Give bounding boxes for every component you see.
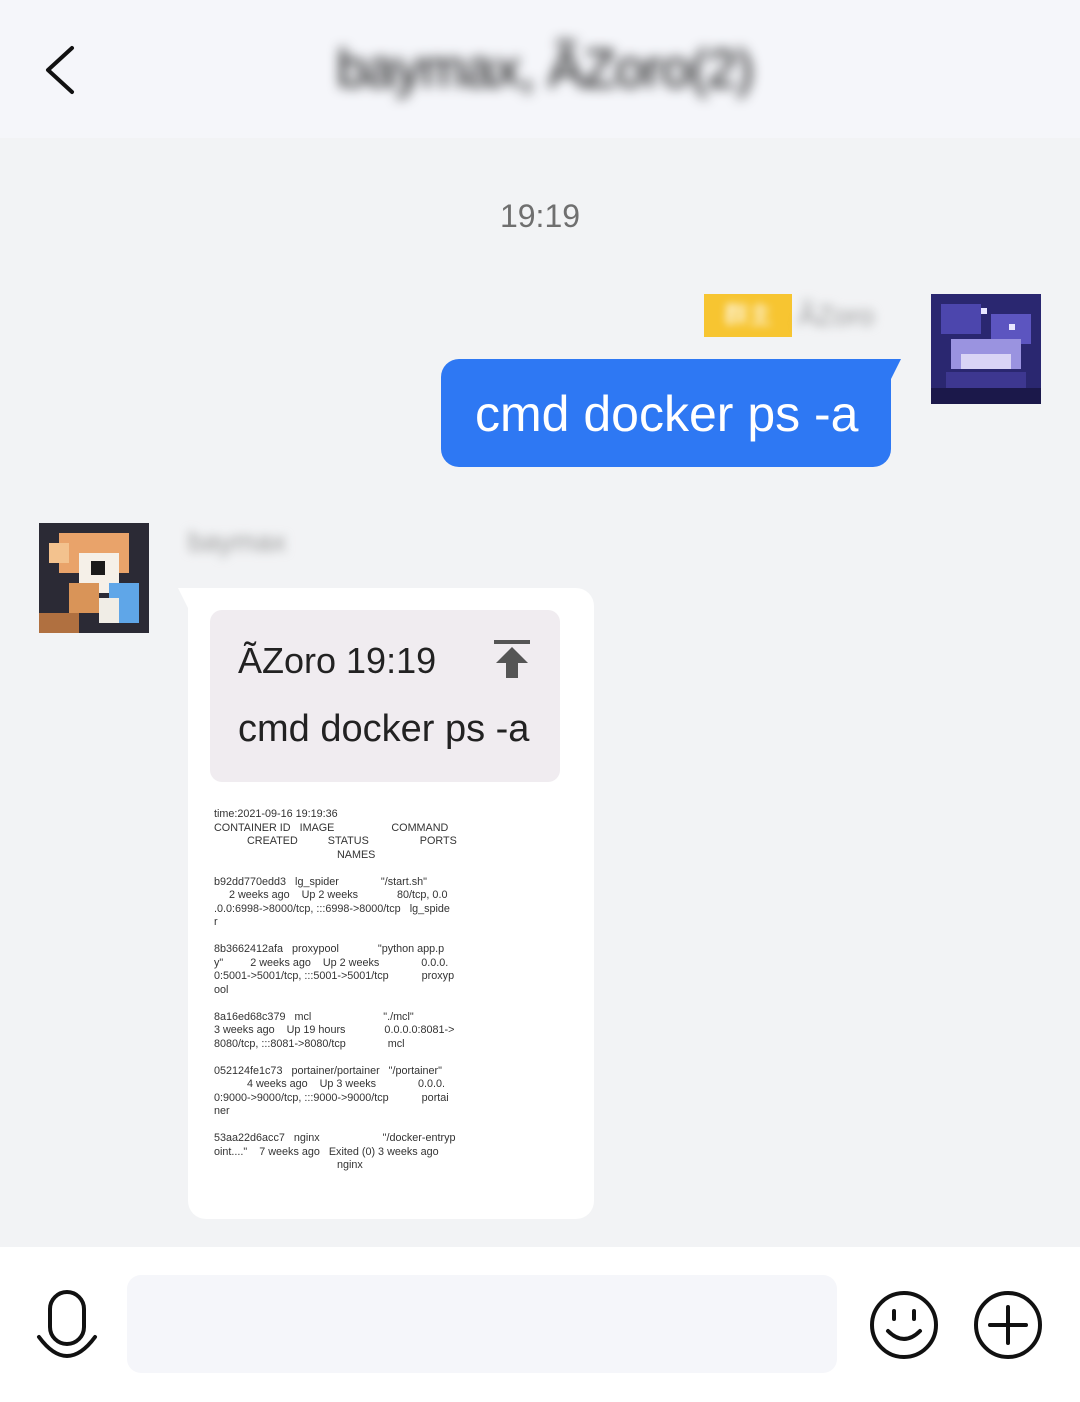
chat-title-text: baymax, ÃZoro(2) (336, 39, 754, 99)
avatar[interactable] (931, 294, 1041, 404)
outgoing-message-text: cmd docker ps -a (475, 386, 859, 442)
quoted-message[interactable]: ÃZoro 19:19 cmd docker ps -a (210, 610, 560, 782)
message-input[interactable] (127, 1275, 837, 1373)
message-timestamp: 19:19 (499, 198, 581, 234)
smiley-icon[interactable] (868, 1289, 940, 1361)
chat-header: baymax, ÃZoro(2) (0, 0, 1080, 138)
command-output: time:2021-09-16 19:19:36 CONTAINER ID IM… (214, 808, 457, 1171)
sender-nickname: ÃZoro (798, 300, 875, 331)
incoming-message-bubble[interactable]: ÃZoro 19:19 cmd docker ps -a time:2021-0… (188, 588, 594, 1219)
microphone-icon[interactable] (36, 1289, 98, 1365)
role-badge-label: 群主 (724, 302, 772, 329)
jump-to-top-icon[interactable] (494, 640, 530, 680)
avatar-image (931, 294, 1041, 404)
chevron-left-icon[interactable] (40, 44, 84, 96)
bubble-tail (178, 588, 188, 608)
chat-title: baymax, ÃZoro(2) (315, 38, 775, 100)
avatar-image (39, 523, 149, 633)
quoted-text: cmd docker ps -a (238, 708, 530, 750)
input-bar (0, 1247, 1080, 1402)
avatar[interactable] (39, 523, 149, 633)
plus-circle-icon[interactable] (972, 1289, 1044, 1361)
sender-nickname: baymax (188, 526, 287, 557)
outgoing-message-bubble[interactable]: cmd docker ps -a (441, 359, 901, 467)
quoted-author-time: ÃZoro 19:19 (238, 640, 437, 681)
bubble-tail (891, 359, 901, 379)
role-badge: 群主 (704, 294, 792, 337)
